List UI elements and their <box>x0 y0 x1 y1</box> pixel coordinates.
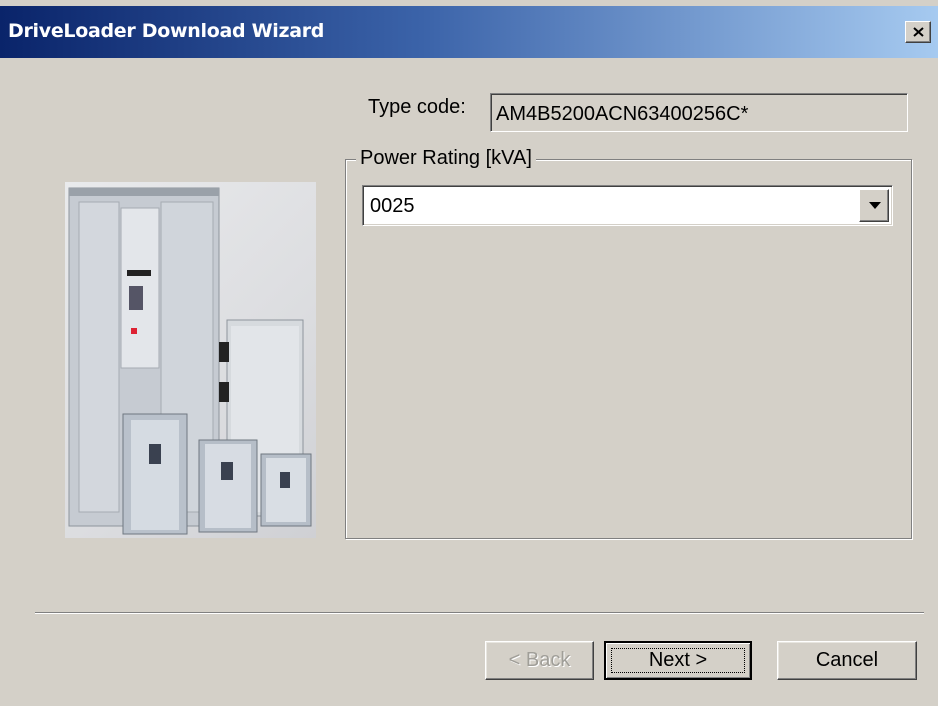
cancel-button[interactable]: Cancel <box>777 641 917 680</box>
chevron-down-icon <box>869 202 881 209</box>
power-rating-select[interactable]: 0025 <box>362 185 893 226</box>
next-button-label: Next > <box>648 649 708 671</box>
wizard-window: DriveLoader Download Wizard Type code: A… <box>0 0 938 706</box>
close-button[interactable] <box>905 21 931 43</box>
separator <box>35 612 924 614</box>
next-button[interactable]: Next > <box>604 641 752 680</box>
back-button[interactable]: < Back <box>485 641 594 680</box>
type-code-field: AM4B5200ACN63400256C* <box>490 93 908 132</box>
dropdown-button[interactable] <box>859 189 889 222</box>
type-code-label: Type code: <box>368 96 466 118</box>
power-rating-legend: Power Rating [kVA] <box>356 147 536 170</box>
window-title: DriveLoader Download Wizard <box>8 20 325 42</box>
power-rating-value: 0025 <box>370 195 415 217</box>
title-bar: DriveLoader Download Wizard <box>0 6 938 58</box>
drive-product-image <box>65 182 316 538</box>
close-icon <box>913 27 924 37</box>
